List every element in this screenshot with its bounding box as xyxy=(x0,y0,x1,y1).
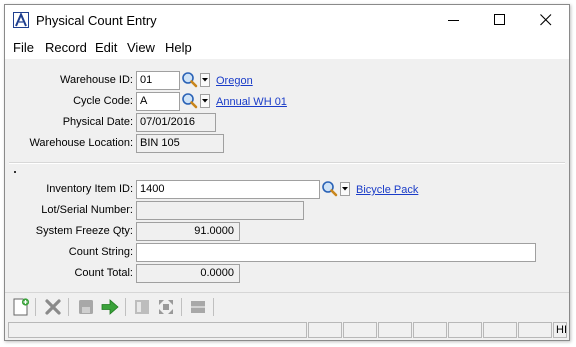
status-panel xyxy=(448,322,482,338)
status-panel xyxy=(343,322,377,338)
new-record-button[interactable] xyxy=(11,297,31,317)
menu-bar: File Record Edit View Help xyxy=(5,35,569,59)
system-freeze-qty-field: 91.0000 xyxy=(136,222,240,241)
list-icon xyxy=(191,301,205,313)
form-panel: Warehouse ID: 01 Oregon Cycle Code: A An… xyxy=(5,61,569,291)
warehouse-dropdown-button[interactable] xyxy=(200,73,210,87)
proceed-arrow-icon xyxy=(101,299,119,315)
system-freeze-qty-label: System Freeze Qty: xyxy=(35,225,133,237)
inventory-item-id-label: Inventory Item ID: xyxy=(46,183,133,195)
menu-file[interactable]: File xyxy=(13,40,34,55)
cycle-code-field[interactable]: A xyxy=(136,92,180,111)
chevron-down-icon xyxy=(342,187,348,191)
search-icon xyxy=(182,93,198,109)
warehouse-id-field[interactable]: 01 xyxy=(136,71,180,90)
warehouse-id-label: Warehouse ID: xyxy=(60,74,133,86)
proceed-button[interactable] xyxy=(100,297,120,317)
first-record-icon xyxy=(135,300,149,314)
maximize-icon xyxy=(494,14,505,25)
physical-date-label: Physical Date: xyxy=(62,116,133,128)
delete-button[interactable] xyxy=(43,297,63,317)
section-divider xyxy=(9,162,565,164)
toolbar-separator xyxy=(181,298,182,316)
menu-record[interactable]: Record xyxy=(45,40,87,55)
fit-button[interactable] xyxy=(156,297,176,317)
close-button[interactable] xyxy=(523,5,569,35)
list-button[interactable] xyxy=(188,297,208,317)
menu-edit[interactable]: Edit xyxy=(95,40,117,55)
toolbar-separator xyxy=(125,298,126,316)
cycle-code-dropdown-button[interactable] xyxy=(200,94,210,108)
inventory-item-id-field[interactable]: 1400 xyxy=(136,180,320,199)
toolbar-separator xyxy=(213,298,214,316)
warehouse-description-link[interactable]: Oregon xyxy=(216,74,253,88)
cycle-code-label: Cycle Code: xyxy=(73,95,133,107)
toolbar xyxy=(5,292,569,321)
lot-serial-number-label: Lot/Serial Number: xyxy=(41,204,133,216)
count-string-field[interactable] xyxy=(136,243,536,262)
minimize-icon xyxy=(448,20,459,21)
warehouse-location-field: BIN 105 xyxy=(136,134,224,153)
lot-serial-number-field xyxy=(136,201,304,220)
delete-icon xyxy=(45,299,61,315)
chevron-down-icon xyxy=(202,78,208,82)
warehouse-location-label: Warehouse Location: xyxy=(29,137,133,149)
cycle-code-lookup-button[interactable] xyxy=(181,92,199,110)
status-panel xyxy=(308,322,342,338)
physical-count-entry-window: Physical Count Entry File Record Edit Vi… xyxy=(4,4,570,341)
status-panel xyxy=(518,322,552,338)
focus-marker xyxy=(14,171,16,173)
fit-icon xyxy=(159,300,173,314)
warehouse-lookup-button[interactable] xyxy=(181,71,199,89)
menu-view[interactable]: View xyxy=(127,40,155,55)
count-string-label: Count String: xyxy=(68,246,133,258)
status-panel xyxy=(413,322,447,338)
cycle-code-description-link[interactable]: Annual WH 01 xyxy=(216,95,287,109)
menu-help[interactable]: Help xyxy=(165,40,192,55)
toolbar-separator xyxy=(35,298,36,316)
first-record-button[interactable] xyxy=(132,297,152,317)
minimize-button[interactable] xyxy=(431,5,477,35)
item-lookup-button[interactable] xyxy=(321,180,339,198)
status-message-panel xyxy=(8,322,307,338)
new-record-icon xyxy=(13,298,30,316)
save-icon xyxy=(79,300,93,314)
count-total-field: 0.0000 xyxy=(136,264,240,283)
physical-date-field: 07/01/2016 xyxy=(136,113,216,132)
status-panel-hi: HI xyxy=(553,322,567,338)
maximize-button[interactable] xyxy=(477,5,523,35)
count-total-label: Count Total: xyxy=(74,267,133,279)
chevron-down-icon xyxy=(202,99,208,103)
status-panel xyxy=(378,322,412,338)
item-dropdown-button[interactable] xyxy=(340,182,350,196)
close-icon xyxy=(540,14,552,26)
search-icon xyxy=(182,72,198,88)
save-button[interactable] xyxy=(76,297,96,317)
search-icon xyxy=(322,181,338,197)
status-panel xyxy=(483,322,517,338)
toolbar-separator xyxy=(68,298,69,316)
app-logo-icon xyxy=(13,12,29,28)
status-bar: HI xyxy=(5,320,569,340)
window-title: Physical Count Entry xyxy=(36,13,157,28)
title-bar: Physical Count Entry xyxy=(5,5,569,35)
item-description-link[interactable]: Bicycle Pack xyxy=(356,183,418,197)
